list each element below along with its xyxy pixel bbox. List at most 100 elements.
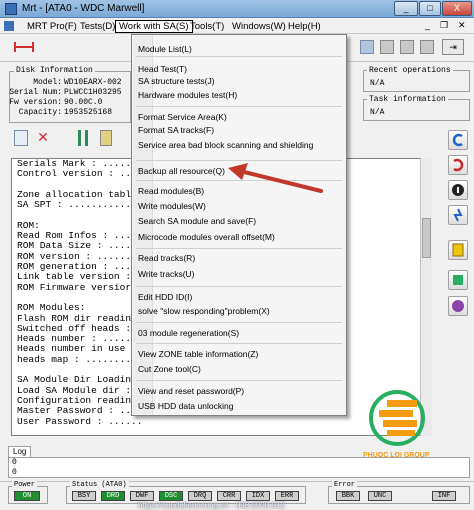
status-flag-dwf: DWF — [130, 491, 154, 501]
side-puzzle-icon[interactable] — [448, 270, 468, 290]
mdi-minimize-icon[interactable]: _ — [425, 20, 430, 30]
log-counter-panel — [8, 457, 470, 478]
dropdown-item[interactable]: Hardware modules test(H) — [138, 90, 237, 100]
serial-value: PLWCC1H03295 — [64, 88, 122, 97]
dropdown-item[interactable]: USB HDD data unlocking — [138, 401, 233, 411]
status-flag-err: ERR — [275, 491, 299, 501]
log-line: User Password : ...... — [17, 415, 143, 427]
dropdown-item[interactable]: Read tracks(R) — [138, 253, 195, 263]
tool-save-icon[interactable] — [420, 40, 434, 54]
recent-ops-value: N/A — [370, 79, 385, 88]
open-icon[interactable] — [14, 130, 28, 146]
save-log-icon[interactable] — [100, 130, 112, 146]
fw-value: 90.00C.0 — [64, 98, 103, 107]
dropdown-item[interactable]: Format Service Area(K) — [138, 112, 227, 122]
side-info-icon[interactable] — [448, 180, 468, 200]
error-flag-unc: UNC — [368, 491, 392, 501]
model-label: Model: — [33, 78, 62, 87]
pause-icon[interactable] — [78, 130, 88, 146]
status-flag-drq: DRQ — [188, 491, 212, 501]
side-doc-icon[interactable] — [448, 240, 468, 260]
dropdown-item[interactable]: Head Test(T) — [138, 64, 187, 74]
dropdown-item[interactable]: Microcode modules overall offset(M) — [138, 232, 275, 242]
log-line: SA SPT : ............ — [17, 199, 137, 211]
dropdown-item[interactable]: Module List(L) — [138, 44, 192, 54]
error-title: Error — [332, 481, 358, 489]
title-bar: Mrt - [ATA0 - WDC Marwell] _ □ X — [0, 0, 474, 18]
mdi-close-icon[interactable]: ✕ — [458, 20, 466, 31]
connect-icon[interactable] — [12, 40, 36, 54]
status-flag-bsy: BSY — [72, 491, 96, 501]
side-chart-icon[interactable] — [448, 296, 468, 316]
dropdown-item[interactable]: Format SA tracks(F) — [138, 125, 214, 135]
delete-icon[interactable]: ✕ — [36, 130, 50, 146]
menu-mrt-pro[interactable]: MRT Pro(F) — [24, 20, 80, 33]
dropdown-separator — [136, 106, 342, 107]
dropdown-item[interactable]: Read modules(B) — [138, 186, 204, 196]
side-signal-icon[interactable] — [448, 205, 468, 225]
disk-info-title: Disk Information — [14, 66, 95, 75]
power-indicator: ON — [14, 491, 40, 501]
window-title: Mrt - [ATA0 - WDC Marwell] — [22, 3, 145, 14]
fw-label: Fw version: — [9, 98, 62, 107]
menu-help[interactable]: Help(H) — [285, 20, 324, 33]
log-line: ROM Firmware versior — [17, 281, 132, 293]
tool-grid-icon[interactable] — [360, 40, 374, 54]
log-line: heads map : .......... — [17, 353, 143, 365]
side-redo-icon[interactable] — [448, 155, 468, 175]
dropdown-separator — [136, 160, 342, 161]
recent-ops-title: Recent operations — [367, 66, 453, 75]
status-flag-drd: DRD — [101, 491, 125, 501]
menu-bar: MRT Pro(F) Tests(D) Work with SA(S) Tool… — [0, 18, 474, 34]
capacity-label: Capacity: — [18, 108, 62, 117]
tool-stop-icon[interactable] — [400, 40, 414, 54]
scrollbar-thumb[interactable] — [422, 218, 431, 258]
menu-windows[interactable]: Windows(W) — [229, 20, 289, 33]
dropdown-separator — [136, 380, 342, 381]
tab-log[interactable]: Log — [8, 446, 32, 457]
task-info-value: N/A — [370, 108, 385, 117]
dropdown-separator — [136, 322, 342, 323]
watermark-footer: https://cuudulieuocung.vn - 098.0000.912 — [138, 501, 285, 510]
mdi-icon — [4, 21, 14, 31]
close-button[interactable]: X — [442, 1, 472, 16]
dropdown-item[interactable]: Search SA module and save(F) — [138, 216, 256, 226]
dropdown-item[interactable]: View and reset password(P) — [138, 386, 244, 396]
status-title: Status (ATA0) — [70, 481, 129, 489]
side-undo-icon[interactable] — [448, 130, 468, 150]
dropdown-item[interactable]: Cut Zone tool(C) — [138, 364, 201, 374]
status-flag-dsc: DSC — [159, 491, 183, 501]
dropdown-item[interactable]: Write modules(W) — [138, 201, 206, 211]
dropdown-item[interactable]: SA structure tests(J) — [138, 76, 215, 86]
dropdown-item[interactable]: solve "slow responding"problem(X) — [138, 306, 270, 316]
capacity-value: 1953525168 — [64, 108, 113, 117]
mdi-restore-icon[interactable]: ❐ — [440, 20, 448, 31]
app-icon — [5, 3, 17, 15]
status-flag-idx: IDX — [246, 491, 270, 501]
error-flag-bbk: BBK — [336, 491, 360, 501]
dropdown-separator — [136, 56, 342, 57]
dropdown-item[interactable]: Service area bad block scanning and shie… — [138, 140, 313, 150]
task-info-title: Task information — [367, 95, 448, 104]
model-value: WD10EARX-002 — [64, 78, 122, 87]
dropdown-item[interactable]: Edit HDD ID(I) — [138, 292, 192, 302]
dropdown-item[interactable]: Backup all resource(Q) — [138, 166, 225, 176]
watermark-logo — [357, 388, 437, 456]
maximize-button[interactable]: □ — [419, 1, 441, 16]
status-flag-crr: CRR — [217, 491, 241, 501]
tool-disk-icon[interactable] — [380, 40, 394, 54]
menu-tools[interactable]: Tools(T) — [187, 20, 227, 33]
menu-tests[interactable]: Tests(D) — [77, 20, 118, 33]
power-title: Power — [12, 481, 38, 489]
dropdown-separator — [136, 286, 342, 287]
dropdown-item[interactable]: 03 module regeneration(S) — [138, 328, 239, 338]
serial-label: Serial Num: — [9, 88, 62, 97]
tool-exit-icon[interactable]: ⇥ — [442, 39, 464, 55]
minimize-button[interactable]: _ — [394, 1, 418, 16]
dropdown-item[interactable]: Write tracks(U) — [138, 269, 195, 279]
log-counter-1: 0 — [12, 458, 17, 467]
annotation-arrow-icon — [226, 163, 326, 197]
menu-work-with-sa[interactable]: Work with SA(S) — [115, 20, 193, 33]
dropdown-item[interactable]: View ZONE table information(Z) — [138, 349, 258, 359]
dropdown-separator — [136, 248, 342, 249]
